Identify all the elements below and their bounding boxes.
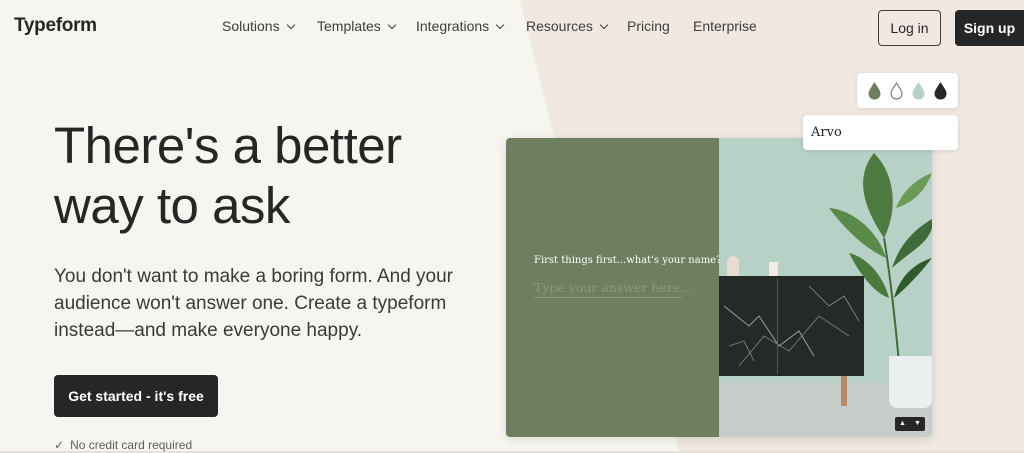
mint-drop-icon[interactable] bbox=[912, 81, 925, 100]
form-answer-input[interactable]: Type your answer here... bbox=[534, 280, 692, 298]
plant-illustration bbox=[829, 153, 932, 363]
cabinet-divider bbox=[777, 278, 778, 374]
menu-integrations-label: Integrations bbox=[416, 18, 490, 34]
black-drop-icon[interactable] bbox=[934, 81, 947, 100]
menu-solutions-label: Solutions bbox=[222, 18, 280, 34]
scroll-up-button[interactable]: ▲ bbox=[899, 417, 906, 431]
green-drop-icon[interactable] bbox=[868, 81, 881, 100]
form-question-panel: First things first...what's your name? T… bbox=[506, 138, 722, 437]
signup-button[interactable]: Sign up bbox=[955, 10, 1024, 46]
no-credit-card-note: ✓ No credit card required bbox=[54, 438, 192, 452]
plant-pot bbox=[889, 356, 932, 408]
interior-photo bbox=[719, 138, 932, 437]
menu-resources[interactable]: Resources bbox=[526, 18, 609, 34]
menu-resources-label: Resources bbox=[526, 18, 593, 34]
chevron-down-icon bbox=[286, 20, 295, 29]
menu-integrations[interactable]: Integrations bbox=[416, 18, 505, 34]
cabinet-leg bbox=[841, 376, 847, 406]
chevron-down-icon bbox=[599, 20, 609, 29]
no-credit-card-text: No credit card required bbox=[70, 438, 193, 452]
top-navigation: Typeform Solutions Templates Integration… bbox=[0, 0, 1024, 56]
menu-solutions[interactable]: Solutions bbox=[222, 18, 295, 34]
hero-subtext: You don't want to make a boring form. An… bbox=[54, 266, 453, 341]
color-swatch-picker bbox=[857, 73, 958, 108]
white-drop-icon[interactable] bbox=[890, 81, 903, 100]
typeform-preview: First things first...what's your name? T… bbox=[506, 138, 932, 437]
chevron-down-icon bbox=[387, 20, 397, 29]
login-button[interactable]: Log in bbox=[878, 10, 941, 46]
check-icon: ✓ bbox=[54, 438, 65, 452]
font-picker[interactable]: Arvo bbox=[803, 115, 958, 150]
menu-enterprise[interactable]: Enterprise bbox=[693, 18, 757, 34]
typeform-logo[interactable]: Typeform bbox=[14, 15, 97, 37]
photo-vase bbox=[727, 256, 739, 278]
form-nav-buttons: ▲ ▼ bbox=[895, 417, 925, 431]
form-question: First things first...what's your name? bbox=[534, 255, 722, 266]
hero-headline: There's a better way to ask bbox=[54, 117, 402, 234]
chevron-down-icon bbox=[495, 20, 505, 29]
get-started-button[interactable]: Get started - it's free bbox=[54, 375, 218, 417]
menu-templates-label: Templates bbox=[317, 18, 381, 34]
menu-templates[interactable]: Templates bbox=[317, 18, 397, 34]
scroll-down-button[interactable]: ▼ bbox=[914, 417, 921, 431]
menu-pricing[interactable]: Pricing bbox=[627, 18, 670, 34]
